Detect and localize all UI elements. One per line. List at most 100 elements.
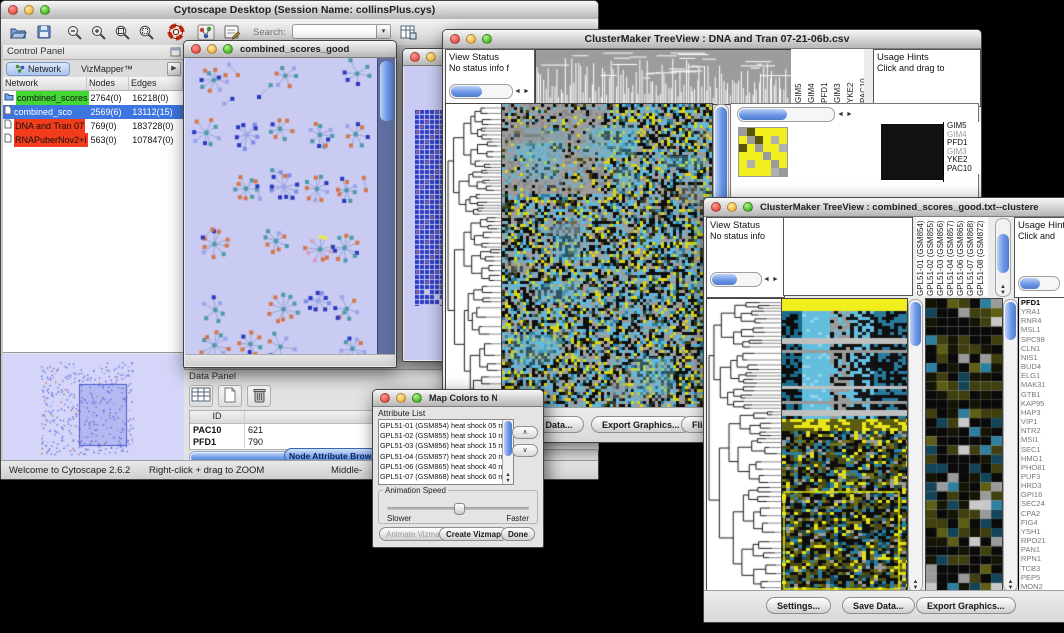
gene-name[interactable]: RPN1	[1021, 554, 1064, 563]
similarity-matrix[interactable]	[739, 128, 787, 176]
zoom-in-button[interactable]	[87, 22, 109, 42]
gene-name[interactable]: SEC1	[1021, 445, 1064, 454]
attribute-item[interactable]: GPL51-02 (GSM855) heat shock 10 min	[380, 431, 502, 441]
column-area-vscrollbar[interactable]: ▲▼	[995, 218, 1011, 297]
main-titlebar[interactable]: Cytoscape Desktop (Session Name: collins…	[1, 1, 598, 20]
scroll-arrows-icon[interactable]: ◄►	[763, 276, 781, 283]
gene-name[interactable]: GPI16	[1021, 490, 1064, 499]
treeview-dna-titlebar[interactable]: ClusterMaker TreeView : DNA and Tran 07-…	[443, 30, 981, 49]
gene-name[interactable]: RNR4	[1021, 316, 1064, 325]
tab-network[interactable]: Network	[6, 62, 70, 76]
close-button[interactable]	[450, 34, 460, 44]
heatmap-canvas[interactable]	[501, 103, 713, 408]
scrollbar-thumb[interactable]	[997, 234, 1009, 273]
scrollbar-thumb[interactable]	[380, 61, 393, 121]
minimize-button[interactable]	[24, 5, 34, 15]
global-vscrollbar[interactable]: ▲▼	[908, 299, 923, 592]
maximize-button[interactable]	[412, 393, 422, 403]
gene-name[interactable]: TCB3	[1021, 564, 1064, 573]
zoom-heatmap-canvas[interactable]	[925, 298, 1003, 593]
gene-name[interactable]: SPC98	[1021, 335, 1064, 344]
tab-vizmapper[interactable]: VizMapper™	[73, 63, 141, 75]
help-button[interactable]	[165, 22, 187, 42]
attribute-item[interactable]: GPL51-03 (GSM856) heat shock 15 min	[380, 441, 502, 451]
move-down-button[interactable]: ∨	[512, 444, 538, 457]
minimize-button[interactable]	[466, 34, 476, 44]
gene-name[interactable]: ELG1	[1021, 371, 1064, 380]
row-dendrogram[interactable]	[706, 298, 782, 593]
gene-name[interactable]: HMG1	[1021, 454, 1064, 463]
scrollbar-thumb[interactable]	[1005, 302, 1016, 340]
usage-hints-scrollbar[interactable]	[1018, 276, 1060, 291]
gene-name[interactable]: MAK31	[1021, 380, 1064, 389]
zoom-fit-button[interactable]	[111, 22, 133, 42]
attribute-item[interactable]: GPL51-01 (GSM854) heat shock 05 min	[380, 421, 502, 431]
column-dendrogram[interactable]	[535, 49, 793, 105]
scrollbar-thumb[interactable]	[1020, 278, 1040, 289]
animation-speed-slider[interactable]	[387, 503, 529, 513]
gene-name[interactable]: FIG4	[1021, 518, 1064, 527]
gene-name[interactable]: PAN1	[1021, 545, 1064, 554]
button-settings-[interactable]: Settings...	[766, 597, 831, 614]
scroll-arrows-icon[interactable]: ▲▼	[996, 284, 1010, 296]
close-button[interactable]	[191, 44, 201, 54]
gene-name[interactable]: YSH1	[1021, 527, 1064, 536]
global-heatmap-canvas[interactable]	[781, 298, 908, 593]
attribute-item[interactable]: GPL51-06 (GSM865) heat shock 40 min	[380, 462, 502, 472]
birds-eye-view[interactable]	[3, 354, 184, 461]
open-file-button[interactable]	[7, 22, 29, 42]
view-status-scrollbar[interactable]	[449, 84, 513, 99]
column-header-edges[interactable]: Edges	[129, 77, 183, 90]
network-window-titlebar[interactable]: combined_scores_good.txt--cluste...	[184, 41, 396, 58]
close-button[interactable]	[380, 393, 390, 403]
gene-name[interactable]: PUF3	[1021, 472, 1064, 481]
dialog-titlebar[interactable]: Map Colors to Network	[373, 390, 543, 407]
maximize-button[interactable]	[40, 5, 50, 15]
scrollbar-thumb[interactable]	[504, 421, 512, 456]
row-dendrogram[interactable]	[445, 103, 502, 408]
scroll-arrows-icon[interactable]: ◄►	[837, 111, 855, 118]
birds-eye-canvas[interactable]	[3, 354, 182, 461]
view-status-scrollbar[interactable]	[710, 272, 762, 287]
gene-name[interactable]: SEC24	[1021, 499, 1064, 508]
scroll-arrows-icon[interactable]: ▲▼	[503, 472, 513, 484]
save-button[interactable]	[33, 22, 55, 42]
gene-name[interactable]: NIS1	[1021, 353, 1064, 362]
scroll-arrows-icon[interactable]: ◄►	[514, 88, 532, 95]
minimize-button[interactable]	[396, 393, 406, 403]
button-save-data-[interactable]: Save Data...	[842, 597, 915, 614]
gene-name[interactable]: HAP3	[1021, 408, 1064, 417]
attribute-item[interactable]: GPL51-04 (GSM857) heat shock 20 min	[380, 452, 502, 462]
network-list-item[interactable]: DNA and Tran 07769(0)183728(0)	[3, 119, 184, 133]
new-attribute-button[interactable]	[218, 385, 242, 407]
gene-name[interactable]: VIP1	[1021, 417, 1064, 426]
network-list-item[interactable]: RNAPuberNov2+I563(0)107847(0)	[3, 133, 184, 147]
id-column-header[interactable]: ID	[190, 411, 245, 423]
attribute-select-button[interactable]	[189, 385, 213, 407]
button-export-graphics-[interactable]: Export Graphics...	[591, 416, 691, 433]
search-dropdown-button[interactable]: ▾	[376, 24, 391, 39]
network-list-item[interactable]: combined_sco2569(6)13112(15)	[3, 105, 184, 119]
close-button[interactable]	[8, 5, 18, 15]
gene-name[interactable]: KAP95	[1021, 399, 1064, 408]
data-table-button[interactable]	[397, 22, 419, 42]
maximize-button[interactable]	[223, 44, 233, 54]
network-vscrollbar[interactable]	[377, 58, 395, 354]
move-up-button[interactable]: ∧	[512, 426, 538, 439]
zoom-out-button[interactable]	[63, 22, 85, 42]
vizmapper-button[interactable]	[195, 22, 217, 42]
column-header-network[interactable]: Network	[3, 77, 87, 90]
column-header-nodes[interactable]: Nodes	[87, 77, 129, 90]
column-dendrogram-area[interactable]	[783, 217, 913, 296]
gene-name[interactable]: PFD1	[1021, 298, 1064, 307]
annotation-button[interactable]	[221, 22, 243, 42]
attribute-item[interactable]: GPL51-07 (GSM868) heat shock 60 min	[380, 472, 502, 482]
tab-overflow-button[interactable]: ▶	[167, 62, 181, 76]
scrollbar-thumb[interactable]	[712, 274, 737, 285]
gene-name[interactable]: BUD4	[1021, 362, 1064, 371]
gene-name[interactable]: HRD3	[1021, 481, 1064, 490]
close-button[interactable]	[410, 52, 420, 62]
minimize-button[interactable]	[727, 202, 737, 212]
network-list-item[interactable]: combined_scores2764(0)16218(0)	[3, 91, 184, 105]
gene-name[interactable]: CLN1	[1021, 344, 1064, 353]
